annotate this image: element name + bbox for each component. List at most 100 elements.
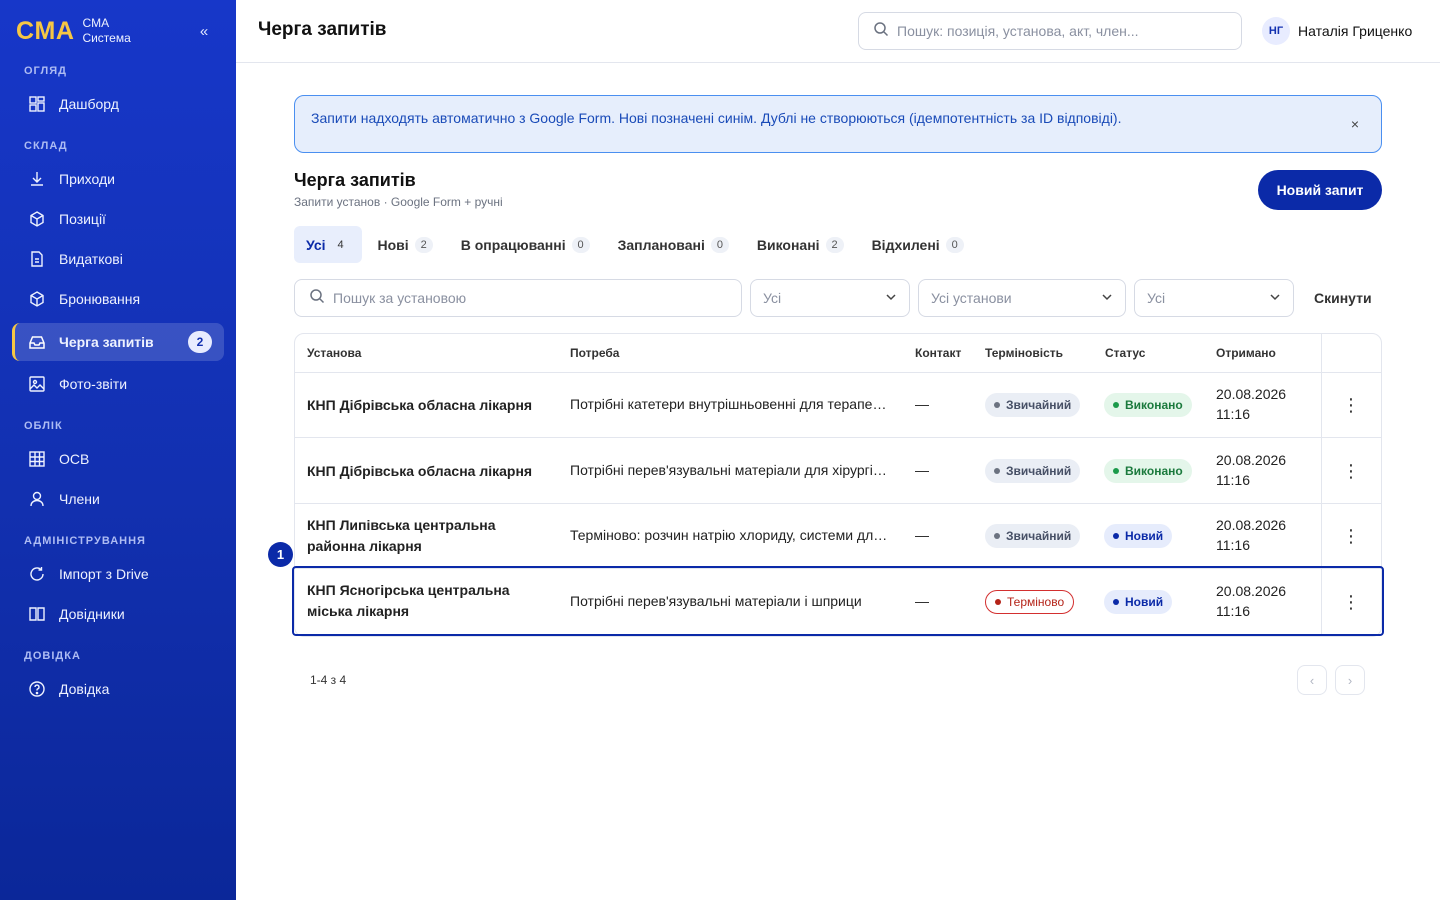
contact-cell: — [915,462,929,478]
received-cell: 20.08.2026 11:16 [1216,515,1286,555]
reset-filters-button[interactable]: Скинути [1314,290,1372,306]
sidebar-item-label: Довідка [59,681,110,697]
tab-completed[interactable]: Виконані 2 [745,226,856,263]
tab-scheduled[interactable]: Заплановані 0 [606,226,741,263]
institution-cell: КНП Ясногірська центральна міська лікарн… [307,582,510,619]
global-search[interactable] [858,12,1242,50]
select-value: Усі установи [931,290,1012,306]
user-name[interactable]: Наталія Гриценко [1298,23,1412,39]
tab-label: Усі [306,236,326,253]
column-header-urgency: Терміновість [985,346,1064,360]
table-row[interactable]: КНП Дібрівська обласна лікарня Потрібні … [295,438,1381,504]
sidebar-item-label: Імпорт з Drive [59,566,149,582]
sidebar-item-label: Позиції [59,211,106,227]
dashboard-icon [28,95,46,113]
collapse-sidebar-button[interactable]: « [196,24,212,40]
received-time: 11:16 [1216,472,1250,488]
grid-icon [28,450,46,468]
status-badge: Виконано [1104,393,1192,417]
sidebar-item-label: Бронювання [59,291,141,307]
institution-search[interactable] [294,279,742,317]
sidebar-item-osv[interactable]: ОСВ [12,440,224,478]
sidebar-item-directories[interactable]: Довідники [12,595,224,633]
banner-text: Запити надходять автоматично з Google Fo… [311,110,1122,126]
sidebar-item-help[interactable]: Довідка [12,670,224,708]
sidebar-item-label: Видаткові [59,251,123,267]
column-header-received: Отримано [1216,346,1276,360]
more-actions-icon[interactable]: ⋮ [1335,520,1367,552]
received-cell: 20.08.2026 11:16 [1216,581,1286,621]
more-actions-icon[interactable]: ⋮ [1335,586,1367,618]
prev-page-button[interactable]: ‹ [1297,665,1327,695]
status-label: Новий [1125,595,1164,609]
tab-label: Виконані [756,236,820,253]
chevron-down-icon [885,290,897,306]
table-row[interactable]: КНП Ясногірська центральна міська лікарн… [295,569,1381,636]
contact-cell: — [915,593,929,609]
dot-icon [1113,468,1119,474]
tab-rejected[interactable]: Відхилені 0 [860,226,976,263]
urgency-label: Терміново [1007,595,1065,609]
brand: CMA CMA Система [16,16,131,46]
tab-label: Заплановані [617,236,705,253]
document-icon [28,250,46,268]
sidebar-item-expenses[interactable]: Видаткові [12,240,224,278]
status-badge: Новий [1104,524,1173,548]
sidebar-item-members[interactable]: Члени [12,480,224,518]
need-cell: Потрібні катетери внутрішньовенні для те… [570,396,892,412]
download-icon [28,170,46,188]
status-label: Новий [1125,529,1164,543]
tab-in-progress[interactable]: В опрацюванні 0 [449,226,602,263]
sidebar-item-receipts[interactable]: Приходи [12,160,224,198]
urgency-select[interactable]: Усі [750,279,910,317]
urgency-badge: Звичайний [985,459,1081,483]
select-value: Усі [1147,290,1166,306]
tab-new[interactable]: Нові 2 [366,226,445,263]
avatar[interactable]: НГ [1262,17,1290,45]
received-date: 20.08.2026 [1216,517,1287,533]
sidebar-item-dashboard[interactable]: Дашборд [12,85,224,123]
sidebar-item-label: ОСВ [59,451,90,467]
tab-all[interactable]: Усі 4 [294,226,362,263]
institution-select[interactable]: Усі установи [918,279,1126,317]
table-row[interactable]: КНП Дібрівська обласна лікарня Потрібні … [295,373,1381,438]
column-header-status: Статус [1105,346,1146,360]
dot-icon [994,533,1000,539]
sidebar-item-positions[interactable]: Позиції [12,200,224,238]
new-request-button[interactable]: Новий запит [1258,170,1382,210]
more-actions-icon[interactable]: ⋮ [1335,389,1367,421]
institution-search-input[interactable] [333,290,653,306]
info-banner: Запити надходять автоматично з Google Fo… [294,95,1382,153]
brand-line-2: Система [82,31,131,45]
contact-cell: — [915,396,929,412]
urgency-label: Звичайний [1006,464,1072,478]
sidebar-item-photo-reports[interactable]: Фото-звіти [12,365,224,403]
sidebar-item-label: Фото-звіти [59,376,128,392]
column-header-need: Потреба [570,346,620,360]
tab-label: Нові [377,236,409,253]
step-marker: 1 [268,542,293,567]
sidebar-item-bookings[interactable]: Бронювання [12,280,224,318]
more-actions-icon[interactable]: ⋮ [1335,455,1367,487]
search-icon [873,21,889,42]
need-cell: Потрібні перев'язувальні матеріали для х… [570,462,892,478]
table-row[interactable]: КНП Липівська центральна районна лікарня… [295,504,1381,569]
tab-count: 0 [571,236,590,253]
tab-count: 2 [825,236,844,253]
refresh-icon [28,565,46,583]
sidebar-item-request-queue[interactable]: Черга запитів 2 [12,323,224,361]
chevron-down-icon [1269,290,1281,306]
next-page-button[interactable]: › [1335,665,1365,695]
sidebar-item-drive-import[interactable]: Імпорт з Drive [12,555,224,593]
global-search-input[interactable] [897,23,1217,39]
received-date: 20.08.2026 [1216,386,1287,402]
need-cell: Терміново: розчин натрію хлориду, систем… [570,527,892,543]
received-time: 11:16 [1216,537,1250,553]
urgency-badge: Звичайний [985,393,1081,417]
institution-cell: КНП Дібрівська обласна лікарня [307,463,533,479]
status-select[interactable]: Усі [1134,279,1294,317]
brand-text: CMA Система [82,16,130,46]
page-subtitle: Запити установ · Google Form + ручні [294,195,503,209]
sidebar: CMA CMA Система « ОГЛЯД Дашборд СКЛАД Пр… [0,0,236,900]
close-icon[interactable]: × [1351,116,1359,132]
